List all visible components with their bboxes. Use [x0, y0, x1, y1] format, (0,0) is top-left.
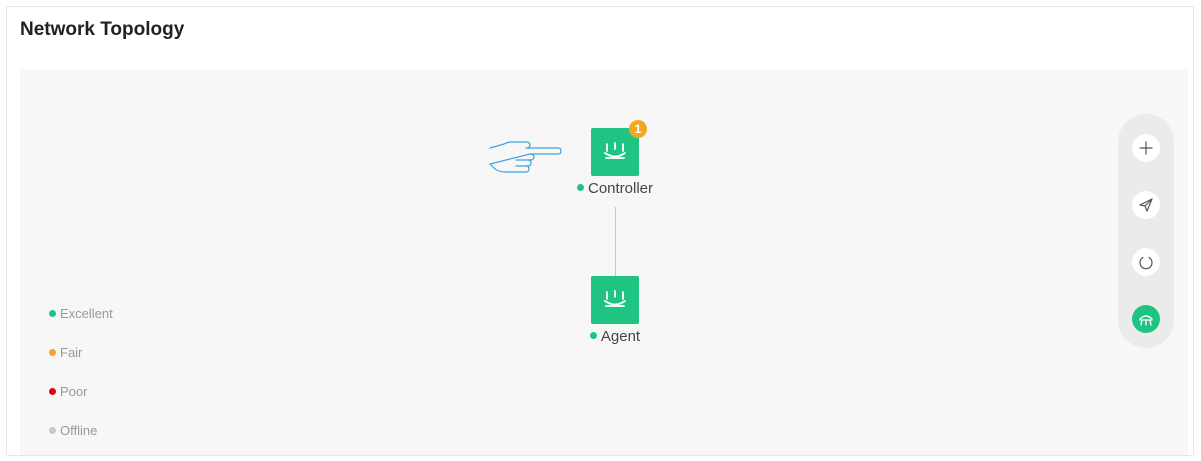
legend-item-excellent: Excellent — [49, 306, 113, 321]
legend-item-poor: Poor — [49, 384, 87, 399]
power-icon — [1139, 256, 1153, 270]
plus-icon — [1139, 141, 1153, 155]
topology-canvas: Excellent Fair Poor Offline 1 Controller… — [20, 70, 1188, 455]
controller-device-icon[interactable]: 1 — [591, 120, 647, 176]
page-title: Network Topology — [20, 19, 185, 40]
status-dot — [576, 184, 584, 191]
legend-dot-offline — [49, 427, 56, 434]
controller-agent-link — [615, 207, 616, 277]
pointing-hand-icon — [489, 141, 562, 173]
agent-device-icon[interactable] — [591, 276, 639, 324]
router-icon — [604, 142, 626, 159]
legend-label: Excellent — [60, 306, 113, 321]
legend-dot-excellent — [49, 310, 56, 317]
agent-name: Agent — [600, 328, 641, 345]
add-device-button[interactable] — [1132, 134, 1160, 162]
legend-item-fair: Fair — [49, 345, 82, 360]
send-button[interactable] — [1132, 191, 1160, 219]
mesh-router-button[interactable] — [1132, 305, 1160, 333]
router-icon — [604, 290, 626, 307]
agent-node[interactable]: Agent — [555, 276, 675, 345]
network-topology-panel: Network Topology Excellent Fair Poor Off… — [6, 6, 1194, 456]
controller-name: Controller — [587, 180, 654, 197]
notification-badge: 1 — [629, 120, 647, 138]
send-icon — [1139, 198, 1153, 212]
controller-node[interactable]: 1 Controller — [555, 120, 675, 197]
legend-item-offline: Offline — [49, 423, 97, 438]
mesh-router-icon — [1139, 315, 1153, 326]
legend-label: Offline — [60, 423, 98, 438]
status-dot — [589, 332, 597, 339]
legend-dot-fair — [49, 349, 56, 356]
agent-label: Agent — [555, 328, 675, 345]
reboot-button[interactable] — [1132, 248, 1160, 276]
controller-label: Controller — [555, 180, 675, 197]
legend-dot-poor — [49, 388, 56, 395]
legend-label: Poor — [60, 384, 88, 399]
legend-label: Fair — [60, 345, 83, 360]
topology-toolbar — [1118, 114, 1174, 348]
